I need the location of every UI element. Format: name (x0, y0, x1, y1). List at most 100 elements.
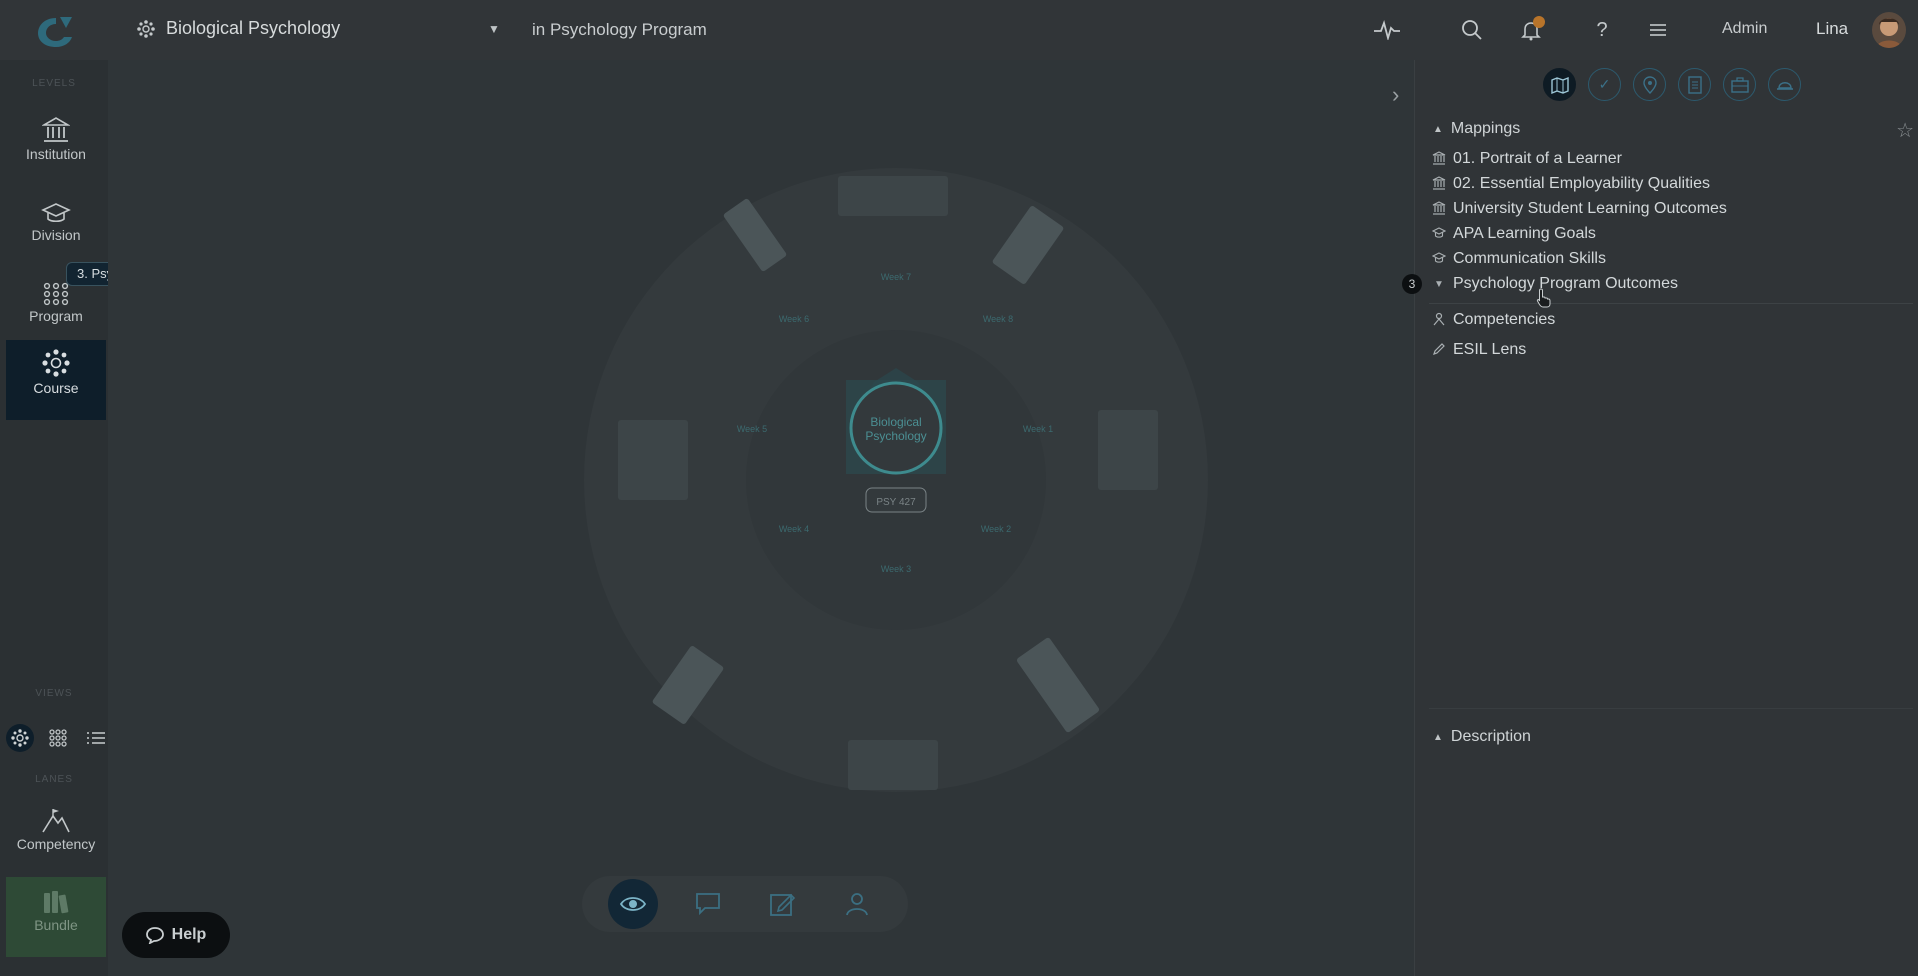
user-name[interactable]: Lina (1816, 19, 1848, 39)
collapse-panel-icon[interactable]: › (1392, 82, 1399, 108)
mapping-item[interactable]: ESIL Lens (1431, 341, 1526, 359)
eye-icon (620, 897, 647, 911)
search-icon[interactable] (1456, 14, 1488, 46)
description-title: Description (1450, 728, 1531, 745)
panel-tab-icons: ✓ (1543, 68, 1801, 101)
checkmark-icon[interactable]: ✓ (1588, 68, 1621, 101)
grid-view-icon[interactable] (44, 724, 72, 752)
app-logo-icon[interactable] (34, 14, 78, 50)
nav-item-institution[interactable]: Institution (6, 106, 106, 186)
course-name: Biological Psychology (166, 18, 341, 38)
program-context: in Psychology Program (532, 20, 707, 39)
course-wheel[interactable]: Biological Psychology PSY 427 Week 1 Wee… (578, 160, 1214, 800)
edit-icon (770, 893, 796, 916)
help-question-icon[interactable]: ? (1586, 14, 1618, 46)
mapping-label: University Student Learning Outcomes (1453, 200, 1727, 217)
center-title-line2: Psychology (865, 429, 926, 443)
help-button[interactable]: Help (122, 912, 230, 958)
caret-down-icon: ▼ (1434, 278, 1444, 290)
nav-item-course[interactable]: Course (6, 340, 106, 420)
menu-icon[interactable] (1642, 14, 1674, 46)
institution-icon (6, 106, 106, 146)
list-view-icon[interactable] (82, 724, 110, 752)
help-label: Help (171, 926, 207, 943)
nav-item-label: Competency (16, 836, 96, 852)
institution-icon (1431, 175, 1447, 193)
levels-section-label: LEVELS (32, 78, 76, 89)
mapping-label: Competencies (1453, 311, 1556, 328)
count-badge: 3 (1402, 274, 1422, 294)
view-mode-button[interactable] (608, 879, 659, 929)
right-panel: ✓ ▲ Mappings ☆ 01. Portrait of a Learner… (1414, 60, 1918, 976)
mapping-item[interactable]: Competencies (1431, 311, 1555, 329)
week-label: Week 6 (779, 314, 809, 324)
chevron-down-icon[interactable]: ▼ (488, 22, 500, 36)
mappings-header[interactable]: ▲ Mappings (1433, 120, 1520, 138)
wheel-view-icon[interactable] (6, 724, 34, 752)
comment-mode-button[interactable] (683, 879, 733, 929)
nav-item-label: Division (31, 227, 81, 243)
mapping-label: Communication Skills (1453, 250, 1606, 267)
nav-item-label: Course (33, 380, 79, 396)
course-wheel-icon (6, 340, 106, 380)
caret-up-icon: ▲ (1433, 123, 1443, 135)
notification-badge (1533, 16, 1545, 28)
competency-mountain-icon (6, 796, 106, 836)
map-icon[interactable] (1543, 68, 1576, 101)
mapping-item[interactable]: 01. Portrait of a Learner (1431, 150, 1622, 168)
notification-bell-icon[interactable] (1515, 14, 1547, 46)
mappings-title: Mappings (1450, 120, 1521, 137)
week-label: Week 3 (881, 564, 911, 574)
divider (1429, 303, 1913, 304)
hat-icon[interactable] (1768, 68, 1801, 101)
graduation-cap-icon (6, 187, 106, 227)
user-share-icon (845, 893, 868, 916)
briefcase-icon[interactable] (1723, 68, 1756, 101)
divider (1429, 708, 1913, 709)
description-header[interactable]: ▲ Description (1433, 728, 1531, 746)
institution-icon (1431, 150, 1447, 168)
share-mode-button[interactable] (832, 879, 882, 929)
mapping-item[interactable]: 02. Essential Employability Qualities (1431, 175, 1710, 193)
left-navigation: LEVELS Institution Division Program Cour… (0, 60, 108, 976)
week-label: Week 2 (981, 524, 1011, 534)
week-label: Week 4 (779, 524, 809, 534)
lanes-section-label: LANES (35, 774, 73, 785)
mapping-label: 01. Portrait of a Learner (1453, 150, 1622, 167)
center-title-line1: Biological (870, 415, 921, 429)
books-icon (6, 877, 106, 917)
week-label: Week 1 (1023, 424, 1053, 434)
avatar[interactable] (1872, 12, 1906, 48)
graduation-cap-icon (1431, 251, 1447, 267)
nav-item-division[interactable]: Division (6, 187, 106, 267)
nav-item-label: Bundle (34, 917, 78, 933)
mapping-item-expanded[interactable]: ▼ Psychology Program Outcomes (1431, 275, 1678, 293)
course-map-canvas: Biological Psychology PSY 427 Week 1 Wee… (108, 60, 1414, 976)
admin-link[interactable]: Admin (1722, 20, 1767, 38)
chat-bubble-icon (145, 927, 164, 944)
course-selector[interactable]: Biological Psychology ▼ (136, 18, 500, 39)
views-section-label: VIEWS (35, 688, 73, 699)
star-icon[interactable]: ☆ (1896, 118, 1914, 143)
course-code: PSY 427 (876, 497, 916, 508)
nav-item-bundle[interactable]: Bundle (6, 877, 106, 957)
document-icon[interactable] (1678, 68, 1711, 101)
graduation-cap-icon (1431, 226, 1447, 242)
comment-icon (695, 893, 720, 916)
institution-icon (1431, 200, 1447, 218)
mode-toolbar (582, 876, 908, 932)
nav-item-competency[interactable]: Competency (6, 796, 106, 876)
mapping-item[interactable]: Communication Skills (1431, 250, 1606, 268)
week-label: Week 5 (737, 424, 767, 434)
mapping-item[interactable]: University Student Learning Outcomes (1431, 200, 1727, 218)
course-wheel-icon (137, 19, 155, 38)
edit-mode-button[interactable] (757, 879, 807, 929)
mapping-label: APA Learning Goals (1453, 225, 1596, 242)
mapping-item[interactable]: APA Learning Goals (1431, 225, 1596, 243)
top-bar: Biological Psychology ▼ in Psychology Pr… (0, 0, 1918, 60)
nav-item-label: Institution (26, 146, 86, 162)
location-pin-icon[interactable] (1633, 68, 1666, 101)
activity-pulse-icon[interactable] (1371, 14, 1403, 46)
mapping-label: Psychology Program Outcomes (1453, 275, 1678, 292)
pencil-icon (1431, 342, 1447, 359)
